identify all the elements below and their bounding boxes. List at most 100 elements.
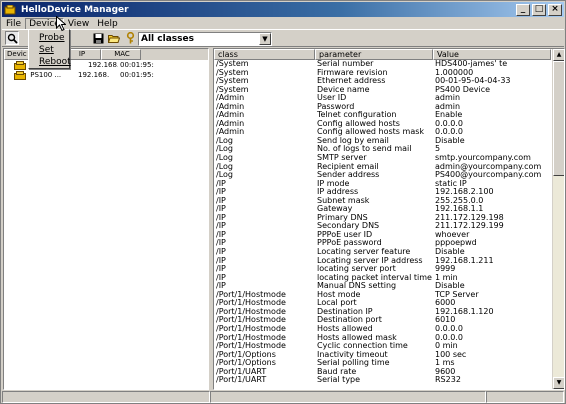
table-row[interactable]: /IP Locating server feature Disable bbox=[214, 248, 564, 257]
table-row[interactable]: /Port/1/Hostmode Hosts allowed 0.0.0.0 bbox=[214, 325, 564, 334]
cell-class: /System bbox=[216, 85, 249, 94]
table-row[interactable]: /Port/1/Hostmode Destination port 6010 bbox=[214, 316, 564, 325]
cell-parameter: Subnet mask bbox=[317, 196, 370, 205]
column-header-parameter[interactable]: parameter bbox=[315, 49, 433, 60]
table-row[interactable]: /IP PPPoE password pppoepwd bbox=[214, 239, 564, 248]
scroll-up-button[interactable]: ▲ bbox=[553, 49, 564, 61]
cell-parameter: PPPoE password bbox=[317, 239, 382, 248]
cell-class: /Port/1/UART bbox=[216, 367, 267, 376]
cell-value: admin@yourcompany.com bbox=[435, 162, 542, 171]
cell-value: 0.0.0.0 bbox=[435, 324, 463, 333]
search-button[interactable] bbox=[5, 31, 19, 45]
cell-value: Disable bbox=[435, 282, 465, 291]
cell-class: /Admin bbox=[216, 94, 245, 103]
cell-parameter: Device name bbox=[317, 85, 370, 94]
cell-value: whoever bbox=[435, 230, 470, 239]
key-icon bbox=[126, 32, 134, 44]
device-menu-dropdown: Probe Set Reboot bbox=[28, 29, 71, 69]
cell-class: /Log bbox=[216, 136, 233, 145]
table-row[interactable]: /System Device name PS400 Device bbox=[214, 86, 564, 95]
table-row[interactable]: /IP Secondary DNS 211.172.129.199 bbox=[214, 222, 564, 231]
save-button[interactable] bbox=[91, 31, 105, 45]
minimize-button[interactable]: _ bbox=[516, 3, 530, 16]
table-row[interactable]: /Log Send log by email Disable bbox=[214, 137, 564, 146]
table-row[interactable]: /Port/1/Hostmode Cyclic connection time 0 … bbox=[214, 342, 564, 351]
table-row[interactable]: /Log No. of logs to send mail 5 bbox=[214, 145, 564, 154]
cell-value: 211.172.129.198 bbox=[435, 213, 504, 222]
table-row[interactable]: /IP Locating server IP address 192.168.1.2… bbox=[214, 257, 564, 266]
table-row[interactable]: /Port/1/UART Serial type RS232 bbox=[214, 376, 564, 385]
status-pane bbox=[210, 391, 486, 403]
cell-parameter: IP mode bbox=[317, 179, 350, 188]
maximize-button[interactable]: □ bbox=[532, 3, 546, 16]
table-row[interactable]: /System Serial number HDS400-james' te bbox=[214, 60, 564, 69]
menu-item-set[interactable]: Set bbox=[29, 44, 69, 56]
scroll-thumb[interactable] bbox=[553, 61, 564, 176]
table-row[interactable]: /Port/1/Hostmode Hosts allowed mask 0.0.0.… bbox=[214, 334, 564, 343]
table-row[interactable]: /Admin User ID admin bbox=[214, 94, 564, 103]
table-row[interactable]: /IP PPPoE user ID whoever bbox=[214, 231, 564, 240]
table-row[interactable]: /Admin Config allowed hosts mask 0.0.0.0 bbox=[214, 128, 564, 137]
device-row[interactable]: PS100 ... 192.168. 00:01:95: bbox=[4, 70, 208, 80]
device-icon bbox=[14, 60, 26, 70]
cell-value: RS232 bbox=[435, 376, 461, 385]
title-bar[interactable]: HelloDevice Manager _ □ × bbox=[2, 2, 564, 17]
menu-file[interactable]: File bbox=[2, 19, 25, 29]
chevron-down-icon[interactable]: ▼ bbox=[259, 33, 271, 45]
cell-parameter: Send log by email bbox=[317, 136, 389, 145]
cell-value: 9999 bbox=[435, 265, 456, 274]
class-filter-select[interactable]: All classes ▼ bbox=[138, 32, 272, 46]
scroll-down-button[interactable]: ▼ bbox=[553, 377, 564, 389]
table-row[interactable]: /IP IP address 192.168.2.100 bbox=[214, 188, 564, 197]
cell-parameter: Destination port bbox=[317, 316, 382, 325]
table-row[interactable]: /Port/1/Hostmode Local port 6000 bbox=[214, 299, 564, 308]
cell-parameter: IP address bbox=[317, 188, 359, 197]
table-row[interactable]: /IP Gateway 192.168.1.1 bbox=[214, 205, 564, 214]
cell-value: smtp.yourcompany.com bbox=[435, 154, 531, 163]
menu-item-reboot[interactable]: Reboot bbox=[29, 56, 71, 68]
table-row[interactable]: /IP Subnet mask 255.255.0.0 bbox=[214, 197, 564, 206]
cell-parameter: No. of logs to send mail bbox=[317, 145, 412, 154]
column-header-class[interactable]: class bbox=[214, 49, 315, 60]
table-row[interactable]: /Admin Config allowed hosts 0.0.0.0 bbox=[214, 120, 564, 129]
close-button[interactable]: × bbox=[548, 3, 562, 16]
menu-help[interactable]: Help bbox=[93, 19, 122, 29]
cell-value: 0.0.0.0 bbox=[435, 333, 463, 342]
table-row[interactable]: /Log Recipient email admin@yourcompany.com bbox=[214, 163, 564, 172]
table-row[interactable]: /Log Sender address PS400@yourcompany.com bbox=[214, 171, 564, 180]
table-row[interactable]: /Port/1/UART Baud rate 9600 bbox=[214, 368, 564, 377]
cell-class: /Log bbox=[216, 145, 233, 154]
device-mac: 00:01:95: bbox=[120, 61, 154, 69]
table-row[interactable]: /System Ethernet address 00-01-95-04-04-33 bbox=[214, 77, 564, 86]
cell-value: 192.168.1.120 bbox=[435, 307, 494, 316]
cell-class: /Admin bbox=[216, 111, 245, 120]
column-header-value[interactable]: Value bbox=[433, 49, 551, 60]
menu-item-probe[interactable]: Probe bbox=[29, 32, 69, 44]
table-row[interactable]: /Port/1/Options Serial polling time 1 ms bbox=[214, 359, 564, 368]
column-header-mac[interactable]: MAC bbox=[101, 49, 141, 60]
table-row[interactable]: /IP locating server port 9999 bbox=[214, 265, 564, 274]
key-button[interactable] bbox=[123, 31, 137, 45]
table-row[interactable]: /Port/1/Hostmode Host mode TCP Server bbox=[214, 291, 564, 300]
table-row[interactable]: /IP Manual DNS setting Disable bbox=[214, 282, 564, 291]
table-row[interactable]: /IP locating packet interval time 1 min bbox=[214, 274, 564, 283]
cell-value: TCP Server bbox=[435, 290, 479, 299]
table-row[interactable]: /IP Primary DNS 211.172.129.198 bbox=[214, 214, 564, 223]
table-row[interactable]: /Port/1/Hostmode Destination IP 192.168.1.… bbox=[214, 308, 564, 317]
table-row[interactable]: /Admin Telnet configuration Enable bbox=[214, 111, 564, 120]
cell-class: /Port/1/Hostmode bbox=[216, 307, 286, 316]
open-button[interactable] bbox=[107, 31, 121, 45]
menu-view[interactable]: View bbox=[64, 19, 93, 29]
table-row[interactable]: /IP IP mode static IP bbox=[214, 180, 564, 189]
table-row[interactable]: /Port/1/Options Inactivity timeout 100 sec bbox=[214, 351, 564, 360]
table-row[interactable]: /Log SMTP server smtp.yourcompany.com bbox=[214, 154, 564, 163]
cell-parameter: Hosts allowed bbox=[317, 324, 373, 333]
table-row[interactable]: /System Firmware revision 1.000000 bbox=[214, 69, 564, 78]
table-row[interactable]: /Admin Password admin bbox=[214, 103, 564, 112]
cell-class: /Port/1/Hostmode bbox=[216, 324, 286, 333]
cell-parameter: Serial polling time bbox=[317, 359, 390, 368]
vertical-scrollbar[interactable]: ▲ ▼ bbox=[552, 49, 564, 389]
cell-value: HDS400-james' te bbox=[435, 60, 508, 68]
device-list[interactable]: Devic IP MAC 192.168. 00:01:95: PS100 ..… bbox=[3, 48, 209, 390]
status-pane bbox=[486, 391, 564, 403]
